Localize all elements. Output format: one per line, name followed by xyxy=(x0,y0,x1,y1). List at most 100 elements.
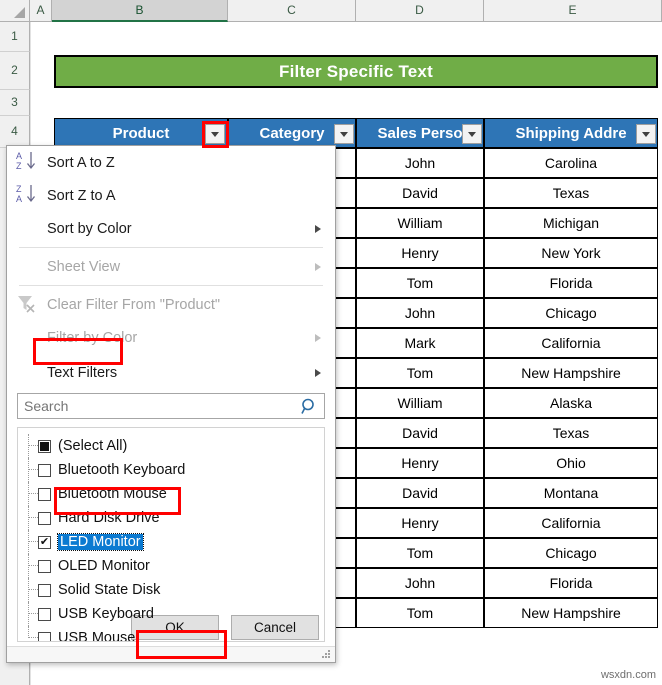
checkbox-usb-mouse[interactable] xyxy=(38,631,51,641)
checkbox-bluetooth-mouse[interactable] xyxy=(38,487,51,501)
page-title: Filter Specific Text xyxy=(54,55,658,88)
list-item-label: USB Mouse xyxy=(58,630,136,642)
checkbox-led-monitor[interactable] xyxy=(38,535,51,549)
svg-text:A: A xyxy=(16,194,22,204)
cell-shipping-address-5[interactable]: Florida xyxy=(484,268,658,298)
category-filter-button[interactable] xyxy=(334,124,354,144)
excel-worksheet: A B C D E 1 2 3 4 Filter Specific Text P… xyxy=(0,0,662,685)
cell-shipping-address-13[interactable]: California xyxy=(484,508,658,538)
list-item-label: Solid State Disk xyxy=(58,582,161,598)
cell-sales-person-8[interactable]: Tom xyxy=(356,358,484,388)
checkbox-select-all[interactable] xyxy=(38,439,51,453)
checkbox-oled-monitor[interactable] xyxy=(38,559,51,573)
cell-shipping-address-3[interactable]: Michigan xyxy=(484,208,658,238)
search-input[interactable] xyxy=(18,394,324,418)
row-header-3[interactable]: 3 xyxy=(0,90,30,116)
submenu-arrow-icon xyxy=(315,368,321,377)
shipping-address-filter-button[interactable] xyxy=(636,124,656,144)
cell-shipping-address-16[interactable]: New Hampshire xyxy=(484,598,658,628)
cell-shipping-address-8[interactable]: New Hampshire xyxy=(484,358,658,388)
list-item-label: Bluetooth Keyboard xyxy=(58,462,186,478)
submenu-arrow-icon xyxy=(315,333,321,342)
cell-shipping-address-11[interactable]: Ohio xyxy=(484,448,658,478)
tree-connector-icon xyxy=(28,458,38,482)
select-all-corner[interactable] xyxy=(0,0,30,22)
resize-grip-icon[interactable] xyxy=(322,650,331,659)
cell-shipping-address-2[interactable]: Texas xyxy=(484,178,658,208)
cancel-button[interactable]: Cancel xyxy=(231,615,319,640)
column-header-a[interactable]: A xyxy=(30,0,52,22)
cell-sales-person-16[interactable]: Tom xyxy=(356,598,484,628)
checkbox-hard-disk-drive[interactable] xyxy=(38,511,51,525)
cell-sales-person-3[interactable]: William xyxy=(356,208,484,238)
tree-connector-icon xyxy=(28,530,38,554)
cell-sales-person-2[interactable]: David xyxy=(356,178,484,208)
cell-sales-person-11[interactable]: Henry xyxy=(356,448,484,478)
menu-divider xyxy=(19,285,323,286)
submenu-arrow-icon xyxy=(315,262,321,271)
list-item-label: (Select All) xyxy=(58,438,128,454)
checkbox-solid-state-disk[interactable] xyxy=(38,583,51,597)
cell-sales-person-6[interactable]: John xyxy=(356,298,484,328)
menu-item-label: Clear Filter From "Product" xyxy=(47,296,221,313)
menu-item-sort-by-color[interactable]: Sort by Color xyxy=(7,212,335,245)
cell-sales-person-5[interactable]: Tom xyxy=(356,268,484,298)
tree-connector-icon xyxy=(28,506,38,530)
menu-item-label: Sort Z to A xyxy=(47,187,116,204)
filter-dropdown-panel: A Z Sort A to Z Z A Sort Z to A Sort by … xyxy=(6,145,336,663)
column-header-e[interactable]: E xyxy=(484,0,662,22)
cell-sales-person-12[interactable]: David xyxy=(356,478,484,508)
column-header-c[interactable]: C xyxy=(228,0,356,22)
led-monitor-list-item[interactable]: LED Monitor xyxy=(18,530,324,554)
cell-sales-person-10[interactable]: David xyxy=(356,418,484,448)
cell-shipping-address-1[interactable]: Carolina xyxy=(484,148,658,178)
cell-sales-person-1[interactable]: John xyxy=(356,148,484,178)
svg-text:A: A xyxy=(16,151,22,161)
menu-item-label: Sheet View xyxy=(47,258,121,275)
filter-search-box[interactable] xyxy=(17,393,325,419)
checkbox-usb-keyboard[interactable] xyxy=(38,607,51,621)
svg-text:Z: Z xyxy=(16,161,22,171)
menu-item-label: Text Filters xyxy=(47,364,118,381)
menu-item-label: Sort by Color xyxy=(47,220,132,237)
tree-connector-icon xyxy=(28,578,38,602)
menu-divider xyxy=(19,247,323,248)
cell-shipping-address-4[interactable]: New York xyxy=(484,238,658,268)
menu-item-sort-z-to-a[interactable]: Z A Sort Z to A xyxy=(7,179,335,212)
column-header-d[interactable]: D xyxy=(356,0,484,22)
cell-sales-person-13[interactable]: Henry xyxy=(356,508,484,538)
chevron-down-icon xyxy=(468,131,476,137)
row-header-4[interactable]: 4 xyxy=(0,116,30,148)
menu-item-sort-a-to-z[interactable]: A Z Sort A to Z xyxy=(7,146,335,179)
cell-shipping-address-7[interactable]: California xyxy=(484,328,658,358)
cell-shipping-address-15[interactable]: Florida xyxy=(484,568,658,598)
cell-shipping-address-9[interactable]: Alaska xyxy=(484,388,658,418)
row-header-1[interactable]: 1 xyxy=(0,22,30,52)
cell-shipping-address-12[interactable]: Montana xyxy=(484,478,658,508)
sort-za-icon: Z A xyxy=(15,183,39,209)
checkbox-bluetooth-keyboard[interactable] xyxy=(38,463,51,477)
sales-person-filter-button[interactable] xyxy=(462,124,482,144)
cell-shipping-address-10[interactable]: Texas xyxy=(484,418,658,448)
watermark: wsxdn.com xyxy=(600,669,656,681)
svg-text:Z: Z xyxy=(16,184,22,194)
cell-shipping-address-14[interactable]: Chicago xyxy=(484,538,658,568)
cell-sales-person-14[interactable]: Tom xyxy=(356,538,484,568)
cell-sales-person-9[interactable]: William xyxy=(356,388,484,418)
table-header-shipping-address: Shipping Addre xyxy=(484,118,658,148)
cell-sales-person-7[interactable]: Mark xyxy=(356,328,484,358)
sort-az-icon: A Z xyxy=(15,150,39,176)
cell-sales-person-4[interactable]: Henry xyxy=(356,238,484,268)
bluetooth-keyboard-list-item[interactable]: Bluetooth Keyboard xyxy=(18,458,324,482)
row-header-2[interactable]: 2 xyxy=(0,52,30,90)
filter-value-list[interactable]: (Select All) Bluetooth Keyboard Bluetooth … xyxy=(17,427,325,642)
solid-state-disk-list-item[interactable]: Solid State Disk xyxy=(18,578,324,602)
cell-shipping-address-6[interactable]: Chicago xyxy=(484,298,658,328)
oled-monitor-list-item[interactable]: OLED Monitor xyxy=(18,554,324,578)
column-header-b[interactable]: B xyxy=(52,0,228,22)
annotation-box-ok-button xyxy=(136,630,227,659)
select-all-list-item[interactable]: (Select All) xyxy=(18,434,324,458)
cell-sales-person-15[interactable]: John xyxy=(356,568,484,598)
annotation-box-text-filters xyxy=(33,338,123,365)
annotation-box-led-monitor xyxy=(54,487,181,515)
